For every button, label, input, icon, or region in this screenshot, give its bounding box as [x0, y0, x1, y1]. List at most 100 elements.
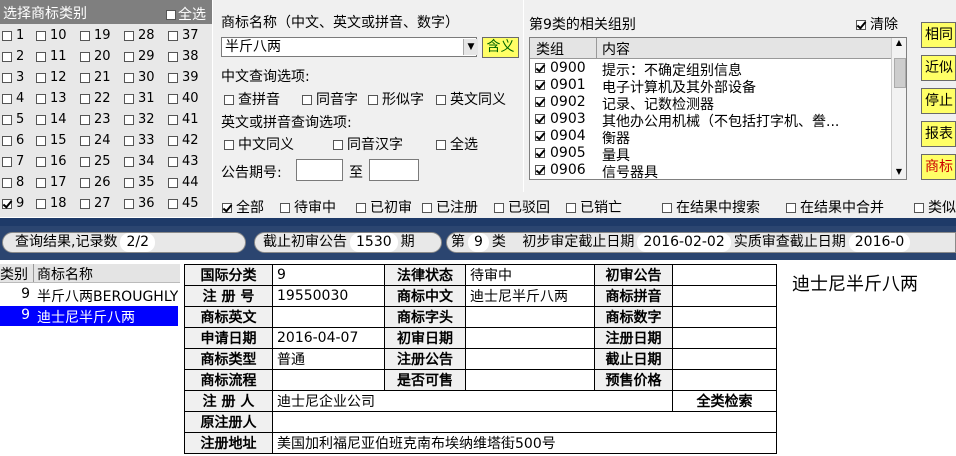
class-checkbox-22[interactable]: 22: [80, 91, 111, 106]
class-checkbox-13[interactable]: 13: [36, 91, 67, 106]
trademark-name-input[interactable]: 半斤八两: [221, 37, 477, 57]
issue-from-input[interactable]: [296, 159, 343, 181]
class-checkbox-45[interactable]: 45: [168, 196, 199, 211]
cn-option-1[interactable]: 同音字: [302, 89, 358, 109]
scroll-thumb[interactable]: [894, 58, 906, 88]
status-filter-0[interactable]: 全部: [222, 197, 264, 217]
result-filter-2[interactable]: 类似: [914, 197, 956, 217]
right-button-0[interactable]: 相同: [921, 22, 956, 48]
group-checkbox[interactable]: [535, 165, 545, 175]
group-checkbox[interactable]: [535, 80, 545, 90]
group-checkbox[interactable]: [535, 63, 545, 73]
class-checkbox-8[interactable]: 8: [2, 175, 24, 190]
class-checkbox-5[interactable]: 5: [2, 112, 24, 127]
class-checkbox-36[interactable]: 36: [124, 196, 155, 211]
class-checkbox-41[interactable]: 41: [168, 112, 199, 127]
class-checkbox-21[interactable]: 21: [80, 70, 111, 85]
group-row[interactable]: 0900 提示：不确定组别信息: [530, 60, 892, 79]
class-checkbox-33[interactable]: 33: [124, 133, 155, 148]
class-checkbox-7[interactable]: 7: [2, 154, 24, 169]
reg-pub-key: 注册公告: [384, 348, 466, 370]
class-checkbox-35[interactable]: 35: [124, 175, 155, 190]
class-checkbox-42[interactable]: 42: [168, 133, 199, 148]
class-checkbox-3[interactable]: 3: [2, 70, 24, 85]
group-row[interactable]: 0906 信号器具: [530, 162, 892, 179]
synonym-button[interactable]: 含义: [482, 37, 519, 58]
class-checkbox-16[interactable]: 16: [36, 154, 67, 169]
scroll-up-icon[interactable]: ▲: [893, 38, 905, 50]
result-filter-0[interactable]: 在结果中搜索: [662, 197, 760, 217]
result-row[interactable]: 9 迪士尼半斤八两: [0, 306, 178, 326]
class-checkbox-9[interactable]: 9: [2, 196, 24, 211]
class-checkbox-37[interactable]: 37: [168, 28, 199, 43]
class-checkbox-2[interactable]: 2: [2, 49, 24, 64]
status-filter-2[interactable]: 已初审: [356, 197, 412, 217]
status-filter-1[interactable]: 待审中: [280, 197, 336, 217]
group-row[interactable]: 0904 衡器: [530, 128, 892, 147]
flow-key: 商标流程: [184, 369, 273, 391]
right-button-1[interactable]: 近似: [921, 55, 956, 81]
group-row[interactable]: 0903 其他办公用机械（不包括打字机、誊...: [530, 111, 892, 130]
class-checkbox-43[interactable]: 43: [168, 154, 199, 169]
cn-options-label: 中文查询选项:: [221, 69, 310, 85]
cn-option-0[interactable]: 查拼音: [224, 89, 280, 109]
class-checkbox-27[interactable]: 27: [80, 196, 111, 211]
scroll-down-icon[interactable]: ▼: [893, 167, 905, 179]
class-checkbox-25[interactable]: 25: [80, 154, 111, 169]
group-row[interactable]: 0902 记录、记数检测器: [530, 94, 892, 113]
class-checkbox-14[interactable]: 14: [36, 112, 67, 127]
class-checkbox-12[interactable]: 12: [36, 70, 67, 85]
class-checkbox-19[interactable]: 19: [80, 28, 111, 43]
class-checkbox-15[interactable]: 15: [36, 133, 67, 148]
right-button-2[interactable]: 停止: [921, 88, 956, 114]
en-option-1[interactable]: 同音汉字: [333, 134, 403, 154]
en-option-2[interactable]: 全选: [436, 134, 478, 154]
group-row[interactable]: 0905 量具: [530, 145, 892, 164]
class-checkbox-1[interactable]: 1: [2, 28, 24, 43]
class-checkbox-24[interactable]: 24: [80, 133, 111, 148]
group-checkbox[interactable]: [535, 114, 545, 124]
class-checkbox-38[interactable]: 38: [168, 49, 199, 64]
results-header: 类别 商标名称: [0, 264, 180, 283]
status-filter-4[interactable]: 已驳回: [494, 197, 550, 217]
intl-class-value: 9: [272, 264, 385, 286]
class-checkbox-39[interactable]: 39: [168, 70, 199, 85]
class-checkbox-34[interactable]: 34: [124, 154, 155, 169]
class-checkbox-44[interactable]: 44: [168, 175, 199, 190]
select-all-classes[interactable]: 全选: [166, 4, 206, 24]
right-button-4[interactable]: 商标: [921, 154, 956, 180]
issue-to-input[interactable]: [369, 159, 419, 181]
cn-option-2[interactable]: 形似字: [368, 89, 424, 109]
chevron-down-icon[interactable]: ▼: [463, 39, 478, 55]
group-checkbox[interactable]: [535, 148, 545, 158]
all-class-search-button[interactable]: 全类检索: [672, 390, 777, 412]
group-row[interactable]: 0901 电子计算机及其外部设备: [530, 77, 892, 96]
right-button-3[interactable]: 报表: [921, 121, 956, 147]
cn-option-3[interactable]: 英文同义: [436, 89, 506, 109]
class-checkbox-4[interactable]: 4: [2, 91, 24, 106]
clear-groups-checkbox[interactable]: 清除: [856, 14, 898, 34]
en-option-0[interactable]: 中文同义: [224, 134, 294, 154]
class-checkbox-11[interactable]: 11: [36, 49, 67, 64]
class-checkbox-29[interactable]: 29: [124, 49, 155, 64]
group-checkbox[interactable]: [535, 131, 545, 141]
groups-scrollbar[interactable]: ▲ ▼: [891, 38, 906, 179]
class-checkbox-31[interactable]: 31: [124, 91, 155, 106]
class-checkbox-30[interactable]: 30: [124, 70, 155, 85]
group-checkbox[interactable]: [535, 97, 545, 107]
result-filter-1[interactable]: 在结果中合并: [786, 197, 884, 217]
result-row[interactable]: 9 半斤八两BEROUGHLY: [0, 285, 178, 305]
class-checkbox-23[interactable]: 23: [80, 112, 111, 127]
status-filter-3[interactable]: 已注册: [422, 197, 478, 217]
class-checkbox-10[interactable]: 10: [36, 28, 67, 43]
class-checkbox-26[interactable]: 26: [80, 175, 111, 190]
status-filter-5[interactable]: 已销亡: [566, 197, 622, 217]
class-checkbox-28[interactable]: 28: [124, 28, 155, 43]
class-checkbox-17[interactable]: 17: [36, 175, 67, 190]
apply-date-value: 2016-04-07: [272, 327, 385, 349]
class-checkbox-18[interactable]: 18: [36, 196, 67, 211]
class-checkbox-32[interactable]: 32: [124, 112, 155, 127]
class-checkbox-20[interactable]: 20: [80, 49, 111, 64]
class-checkbox-6[interactable]: 6: [2, 133, 24, 148]
class-checkbox-40[interactable]: 40: [168, 91, 199, 106]
